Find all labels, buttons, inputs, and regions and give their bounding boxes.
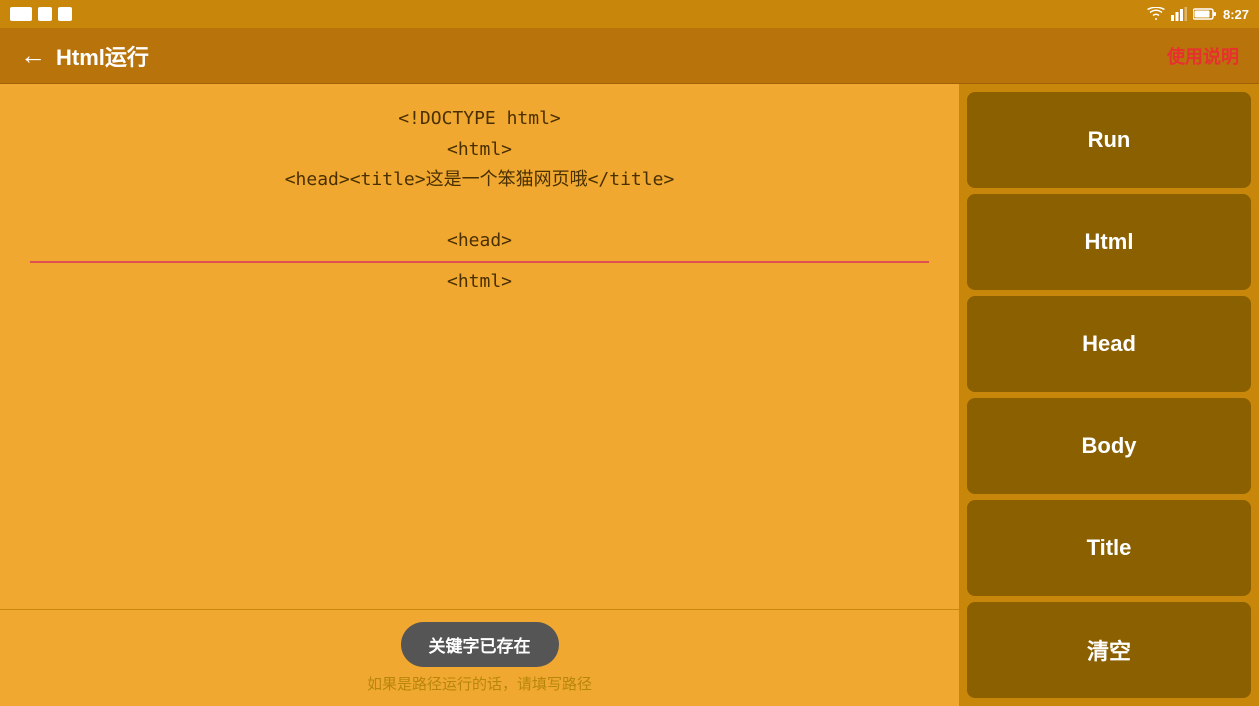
wifi-icon	[1147, 7, 1165, 21]
sidebar: Run Html Head Body Title 清空	[959, 84, 1259, 706]
status-bar: 8:27	[0, 0, 1259, 28]
body-button[interactable]: Body	[967, 398, 1251, 494]
battery-icon	[1193, 7, 1217, 21]
run-button[interactable]: Run	[967, 92, 1251, 188]
title-button[interactable]: Title	[967, 500, 1251, 596]
clear-button[interactable]: 清空	[967, 602, 1251, 698]
top-bar: ← Html运行 使用说明	[0, 28, 1259, 84]
code-line-5: <head>	[30, 226, 929, 263]
back-button[interactable]: ←	[20, 40, 46, 71]
html-button[interactable]: Html	[967, 194, 1251, 290]
editor-bottom: 关键字已存在 如果是路径运行的话，请填写路径	[0, 609, 959, 706]
page-title: Html运行	[56, 40, 149, 72]
code-display[interactable]: <!DOCTYPE html> <html> <head><title>这是一个…	[0, 84, 959, 609]
signal-icon	[1171, 7, 1187, 21]
keyword-badge: 关键字已存在	[401, 622, 559, 667]
code-line-1: <!DOCTYPE html>	[30, 104, 929, 135]
code-line-4	[30, 196, 929, 227]
status-bar-left	[10, 7, 72, 21]
editor-area[interactable]: <!DOCTYPE html> <html> <head><title>这是一个…	[0, 84, 959, 706]
status-bar-right: 8:27	[1147, 7, 1249, 22]
head-button[interactable]: Head	[967, 296, 1251, 392]
code-line-2: <html>	[30, 135, 929, 166]
code-line-3: <head><title>这是一个笨猫网页哦</title>	[30, 165, 929, 196]
status-icon-1	[38, 7, 52, 21]
main-area: <!DOCTYPE html> <html> <head><title>这是一个…	[0, 84, 1259, 706]
help-link[interactable]: 使用说明	[1167, 43, 1239, 69]
keyboard-icon	[10, 7, 32, 21]
clock: 8:27	[1223, 7, 1249, 22]
top-bar-left: ← Html运行	[20, 40, 149, 72]
path-hint: 如果是路径运行的话，请填写路径	[367, 673, 592, 694]
code-line-6: <html>	[30, 267, 929, 298]
status-icon-2	[58, 7, 72, 21]
